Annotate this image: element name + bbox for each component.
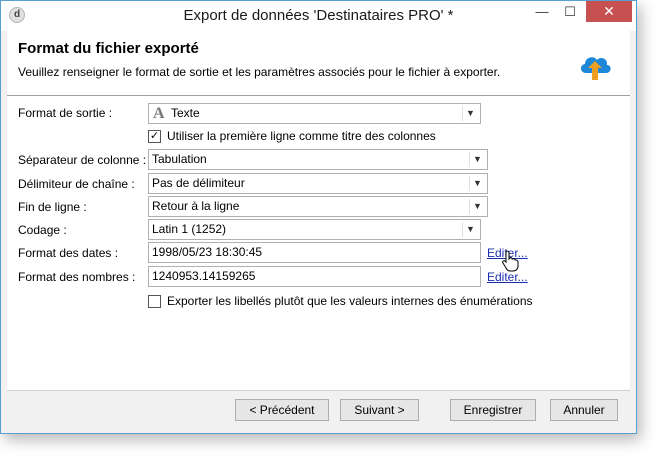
number-format-edit-link[interactable]: Editer... xyxy=(487,270,528,284)
encoding-select[interactable]: Latin 1 (1252) ▼ xyxy=(148,219,481,240)
line-end-select[interactable]: Retour à la ligne ▼ xyxy=(148,196,488,217)
output-format-value: Texte xyxy=(171,106,200,120)
maximize-button[interactable]: ☐ xyxy=(557,1,583,22)
previous-button[interactable]: < Précédent xyxy=(235,399,329,421)
next-button[interactable]: Suivant > xyxy=(340,399,419,421)
cloud-upload-icon xyxy=(580,57,611,80)
number-format-label: Format des nombres : xyxy=(18,270,136,284)
form-area: Format de sortie : A Texte ▼ ✓ Utiliser … xyxy=(7,96,630,390)
first-line-titles-label: Utiliser la première ligne comme titre d… xyxy=(167,129,436,143)
date-format-label: Format des dates : xyxy=(18,246,119,260)
line-end-value: Retour à la ligne xyxy=(152,199,240,213)
chevron-down-icon[interactable]: ▼ xyxy=(462,222,478,237)
close-button[interactable]: ✕ xyxy=(586,1,632,22)
chevron-down-icon[interactable]: ▼ xyxy=(469,152,485,167)
output-format-select[interactable]: A Texte ▼ xyxy=(148,103,481,124)
column-separator-select[interactable]: Tabulation ▼ xyxy=(148,149,488,170)
line-end-label: Fin de ligne : xyxy=(18,200,87,214)
encoding-label: Codage : xyxy=(18,223,67,237)
string-delimiter-value: Pas de délimiteur xyxy=(152,176,245,190)
column-separator-label: Séparateur de colonne : xyxy=(18,153,147,167)
string-delimiter-select[interactable]: Pas de délimiteur ▼ xyxy=(148,173,488,194)
export-dialog-window: d Export de données 'Destinataires PRO' … xyxy=(0,0,637,434)
page-title: Format du fichier exporté xyxy=(18,40,199,57)
text-format-icon: A xyxy=(153,105,165,122)
column-separator-value: Tabulation xyxy=(152,152,207,166)
chevron-down-icon[interactable]: ▼ xyxy=(462,106,478,121)
title-bar[interactable]: d Export de données 'Destinataires PRO' … xyxy=(1,1,636,31)
string-delimiter-label: Délimiteur de chaîne : xyxy=(18,177,135,191)
page-description: Veuillez renseigner le format de sortie … xyxy=(18,65,501,79)
first-line-titles-checkbox[interactable]: ✓ xyxy=(148,130,161,143)
chevron-down-icon[interactable]: ▼ xyxy=(469,176,485,191)
minimize-button[interactable]: — xyxy=(529,1,555,22)
export-labels-checkbox[interactable] xyxy=(148,295,161,308)
encoding-value: Latin 1 (1252) xyxy=(152,222,227,236)
wizard-footer: < Précédent Suivant > Enregistrer Annule… xyxy=(7,390,630,429)
date-format-field[interactable]: 1998/05/23 18:30:45 xyxy=(148,242,481,263)
cancel-button[interactable]: Annuler xyxy=(550,399,618,421)
chevron-down-icon[interactable]: ▼ xyxy=(469,199,485,214)
wizard-header: Format du fichier exporté Veuillez rense… xyxy=(7,31,630,96)
hand-cursor-icon xyxy=(502,250,519,272)
number-format-field[interactable]: 1240953.14159265 xyxy=(148,266,481,287)
save-button[interactable]: Enregistrer xyxy=(450,399,536,421)
export-labels-label: Exporter les libellés plutôt que les val… xyxy=(167,294,533,308)
output-format-label: Format de sortie : xyxy=(18,106,113,120)
